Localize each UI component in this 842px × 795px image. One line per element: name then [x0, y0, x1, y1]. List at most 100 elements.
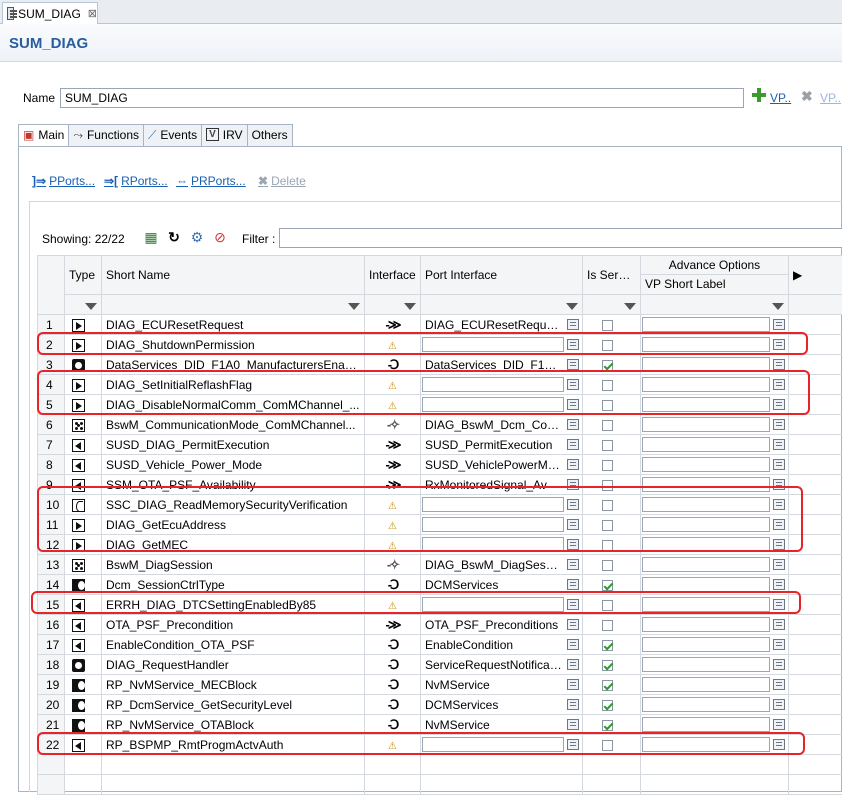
port-interface-cell[interactable]: OTA_PSF_Preconditions [421, 615, 583, 635]
browse-list-icon[interactable] [773, 599, 785, 610]
short-name-cell[interactable]: SSM_OTA_PSF_Availability [102, 475, 365, 495]
tab-main[interactable]: ▣ Main [18, 124, 69, 147]
is-service-checkbox[interactable] [602, 440, 613, 451]
is-service-checkbox[interactable] [602, 720, 613, 731]
refresh-icon[interactable]: ↻ [166, 229, 182, 245]
table-row[interactable]: 3 DataServices_DID_F1A0_ManufacturersEna… [38, 355, 842, 375]
browse-list-icon[interactable] [773, 319, 785, 330]
vp-short-label-cell[interactable] [641, 395, 789, 415]
port-interface-cell[interactable]: SUSD_VehiclePowerMode [421, 455, 583, 475]
is-service-checkbox[interactable] [602, 740, 613, 751]
browse-list-icon[interactable] [567, 419, 579, 430]
table-row[interactable]: 4 DIAG_SetInitialReflashFlag ⚠ [38, 375, 842, 395]
tab-functions[interactable]: ⤳ Functions [68, 124, 144, 146]
browse-list-icon[interactable] [567, 399, 579, 410]
table-row[interactable]: 14 Dcm_SessionCtrlType -Ↄ DCMServices [38, 575, 842, 595]
type-header[interactable]: Type [65, 256, 102, 295]
browse-list-icon[interactable] [567, 359, 579, 370]
short-name-cell[interactable]: RP_BSPMP_RmtProgmActvAuth [102, 735, 365, 755]
table-row[interactable]: 18 DIAG_RequestHandler -Ↄ ServiceRequest… [38, 655, 842, 675]
browse-list-icon[interactable] [567, 439, 579, 450]
vp-short-label-cell[interactable] [641, 415, 789, 435]
is-service-checkbox[interactable] [602, 560, 613, 571]
browse-list-icon[interactable] [773, 659, 785, 670]
is-service-checkbox[interactable] [602, 540, 613, 551]
rports-button[interactable]: ⇒[RPorts... [104, 174, 168, 188]
table-row[interactable]: 17 EnableCondition_OTA_PSF -Ↄ EnableCond… [38, 635, 842, 655]
table-row[interactable]: 19 RP_NvMService_MECBlock -Ↄ NvMService [38, 675, 842, 695]
browse-list-icon[interactable] [773, 619, 785, 630]
vp-short-label-cell[interactable] [641, 475, 789, 495]
is-service-checkbox[interactable] [602, 620, 613, 631]
is-service-checkbox[interactable] [602, 520, 613, 531]
port-interface-cell[interactable] [421, 595, 583, 615]
short-name-cell[interactable]: Dcm_SessionCtrlType [102, 575, 365, 595]
prports-button[interactable]: ⇔PRPorts... [176, 174, 246, 188]
is-service-header[interactable]: Is Service [583, 256, 641, 295]
is-service-checkbox[interactable] [602, 320, 613, 331]
is-service-filter[interactable] [583, 295, 641, 315]
tab-irv[interactable]: V IRV [201, 124, 247, 146]
table-row[interactable]: 5 DIAG_DisableNormalComm_ComMChannel_...… [38, 395, 842, 415]
table-row[interactable]: 15 ERRH_DIAG_DTCSettingEnabledBy85 ⚠ [38, 595, 842, 615]
port-interface-filter[interactable] [421, 295, 583, 315]
is-service-checkbox[interactable] [602, 380, 613, 391]
port-interface-cell[interactable]: DCMServices [421, 695, 583, 715]
table-row[interactable]: 6 BswM_CommunicationMode_ComMChannel... … [38, 415, 842, 435]
browse-list-icon[interactable] [567, 379, 579, 390]
port-interface-cell[interactable]: NvMService [421, 675, 583, 695]
vp-short-label-cell[interactable] [641, 555, 789, 575]
filter-input[interactable] [279, 228, 842, 248]
port-interface-cell[interactable]: DIAG_BswM_Dcm_Com... [421, 415, 583, 435]
table-row[interactable]: 7 SUSD_DIAG_PermitExecution -≫ SUSD_Perm… [38, 435, 842, 455]
browse-list-icon[interactable] [567, 599, 579, 610]
browse-list-icon[interactable] [567, 339, 579, 350]
browse-list-icon[interactable] [567, 679, 579, 690]
vp-short-label-cell[interactable] [641, 495, 789, 515]
browse-list-icon[interactable] [773, 699, 785, 710]
short-name-cell[interactable]: SUSD_DIAG_PermitExecution [102, 435, 365, 455]
is-service-checkbox[interactable] [602, 400, 613, 411]
browse-list-icon[interactable] [567, 639, 579, 650]
port-interface-cell[interactable]: RxMonitoredSignal_Av [421, 475, 583, 495]
port-interface-cell[interactable] [421, 395, 583, 415]
vp-short-label-cell[interactable] [641, 315, 789, 335]
browse-list-icon[interactable] [567, 719, 579, 730]
port-interface-cell[interactable]: DIAG_BswM_DiagSession [421, 555, 583, 575]
is-service-checkbox[interactable] [602, 340, 613, 351]
short-name-cell[interactable]: DIAG_DisableNormalComm_ComMChannel_... [102, 395, 365, 415]
short-name-cell[interactable]: DIAG_GetMEC [102, 535, 365, 555]
short-name-cell[interactable]: OTA_PSF_Precondition [102, 615, 365, 635]
browse-list-icon[interactable] [773, 399, 785, 410]
vp-short-label-cell[interactable] [641, 575, 789, 595]
port-interface-cell[interactable]: NvMService [421, 715, 583, 735]
is-service-checkbox[interactable] [602, 700, 613, 711]
short-name-filter[interactable] [102, 295, 365, 315]
short-name-cell[interactable]: DIAG_SetInitialReflashFlag [102, 375, 365, 395]
vp-short-label-cell[interactable] [641, 455, 789, 475]
name-input[interactable] [60, 88, 744, 108]
is-service-checkbox[interactable] [602, 600, 613, 611]
table-row[interactable]: 2 DIAG_ShutdownPermission ⚠ [38, 335, 842, 355]
delete-button[interactable]: ✖Delete [258, 174, 306, 188]
port-interface-cell[interactable]: EnableCondition [421, 635, 583, 655]
port-interface-cell[interactable] [421, 375, 583, 395]
pports-button[interactable]: ]⇒PPorts... [32, 174, 95, 188]
browse-list-icon[interactable] [567, 699, 579, 710]
browse-list-icon[interactable] [567, 519, 579, 530]
close-icon[interactable]: ⊠ [88, 7, 97, 20]
is-service-checkbox[interactable] [602, 580, 613, 591]
vp-short-label-filter[interactable] [641, 295, 789, 315]
interface-header[interactable]: Interface [365, 256, 421, 295]
browse-list-icon[interactable] [567, 619, 579, 630]
remove-vp-icon[interactable]: ✖ [801, 88, 813, 105]
column-scroll-arrow[interactable]: ▶ [789, 256, 842, 295]
add-vp-link[interactable]: VP.. [770, 91, 791, 105]
excel-export-icon[interactable]: ▦ [143, 229, 159, 245]
table-row[interactable]: 9 SSM_OTA_PSF_Availability -≫ RxMonitore… [38, 475, 842, 495]
is-service-checkbox[interactable] [602, 500, 613, 511]
table-row[interactable]: 20 RP_DcmService_GetSecurityLevel -Ↄ DCM… [38, 695, 842, 715]
browse-list-icon[interactable] [773, 499, 785, 510]
vp-short-label-cell[interactable] [641, 355, 789, 375]
short-name-cell[interactable]: RP_NvMService_OTABlock [102, 715, 365, 735]
